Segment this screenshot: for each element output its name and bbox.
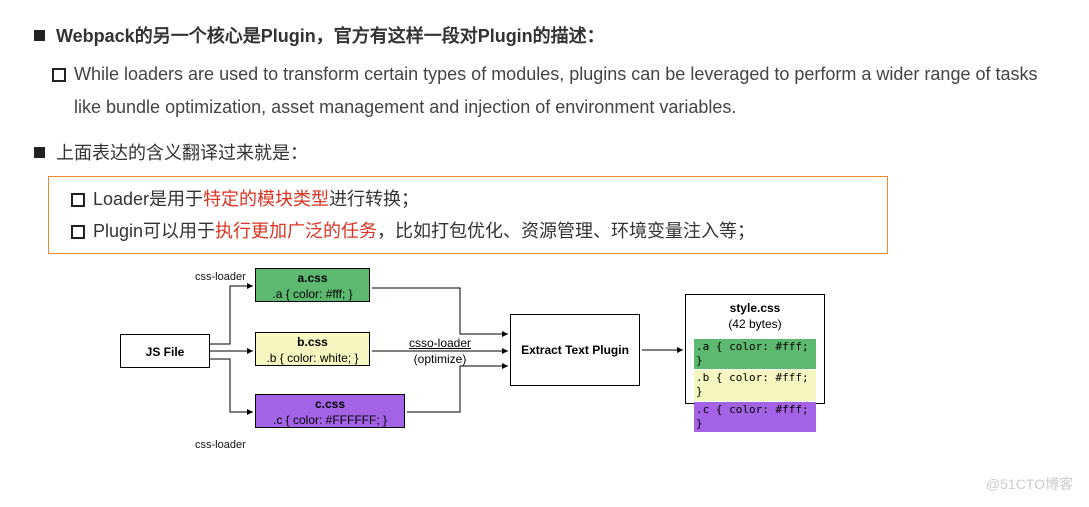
webpack-diagram: css-loader css-loader JS File a.css .a {… xyxy=(120,264,900,454)
box-js-file: JS File xyxy=(120,334,210,368)
text: Loader是用于 xyxy=(93,189,203,209)
watermark: @51CTO博客 xyxy=(986,472,1073,497)
text: 进行转换； xyxy=(329,189,419,209)
box-b-css: b.css .b { color: white; } xyxy=(255,332,370,366)
label-csso-loader: csso-loader (optimize) xyxy=(400,334,480,368)
text: (optimize) xyxy=(404,352,476,368)
text: ，比如打包优化、资源管理、环境变量注入等； xyxy=(377,221,755,241)
text: csso-loader xyxy=(404,336,476,352)
rule: .c { color: #FFFFFF; } xyxy=(260,413,400,429)
output-rule-b: .b { color: #fff; } xyxy=(694,370,816,401)
output-rule-a: .a { color: #fff; } xyxy=(694,339,816,370)
text-red: 特定的模块类型 xyxy=(203,189,329,209)
point-loader: Loader是用于特定的模块类型进行转换； xyxy=(67,183,883,215)
box-style-css: style.css (42 bytes) .a { color: #fff; }… xyxy=(685,294,825,404)
box-extract-text-plugin: Extract Text Plugin xyxy=(510,314,640,386)
rule: .b { color: white; } xyxy=(260,351,365,367)
filename: style.css xyxy=(694,301,816,317)
label-css-loader-bottom: css-loader xyxy=(195,436,246,456)
box-a-css: a.css .a { color: #fff; } xyxy=(255,268,370,302)
label-css-loader-top: css-loader xyxy=(195,268,246,288)
heading-2: 上面表达的含义翻译过来就是： xyxy=(30,137,1059,169)
heading-1: Webpack的另一个核心是Plugin，官方有这样一段对Plugin的描述： xyxy=(30,20,1059,52)
point-plugin: Plugin可以用于执行更加广泛的任务，比如打包优化、资源管理、环境变量注入等； xyxy=(67,215,883,247)
filename: b.css xyxy=(260,335,365,351)
filename: a.css xyxy=(260,271,365,287)
highlight-box: Loader是用于特定的模块类型进行转换； Plugin可以用于执行更加广泛的任… xyxy=(48,176,888,255)
filename: c.css xyxy=(260,397,400,413)
text: Plugin可以用于 xyxy=(93,221,215,241)
box-c-css: c.css .c { color: #FFFFFF; } xyxy=(255,394,405,428)
english-quote: While loaders are used to transform cert… xyxy=(48,58,1059,123)
output-rule-c: .c { color: #fff; } xyxy=(694,402,816,433)
rule: .a { color: #fff; } xyxy=(260,287,365,303)
text-red: 执行更加广泛的任务 xyxy=(215,221,377,241)
filesize: (42 bytes) xyxy=(694,317,816,333)
